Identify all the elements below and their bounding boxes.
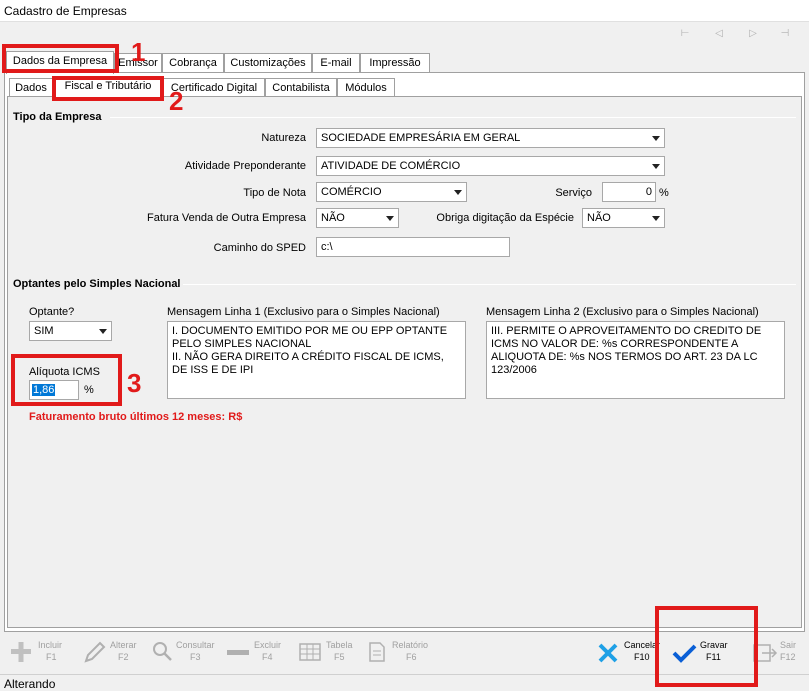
tab-dados[interactable]: Dados <box>9 78 53 98</box>
plus-icon <box>11 642 31 662</box>
chevron-down-icon[interactable] <box>381 209 398 227</box>
aliquota-value: 1,86 <box>32 384 56 396</box>
msg2-textarea[interactable]: III. PERMITE O APROVEITAMENTO DO CREDITO… <box>486 321 785 399</box>
group-divider <box>110 117 796 118</box>
tabela-button[interactable]: Tabela F5 <box>298 634 356 674</box>
next-record-icon[interactable]: ▷ <box>746 28 760 40</box>
aliquota-label: Alíquota ICMS <box>29 366 100 378</box>
tab-fiscal-tributario[interactable]: Fiscal e Tributário <box>53 76 163 99</box>
chevron-down-icon[interactable] <box>94 322 111 340</box>
servico-unit: % <box>659 187 669 199</box>
msg1-label: Mensagem Linha 1 (Exclusivo para o Simpl… <box>167 306 440 318</box>
obriga-select[interactable]: NÃO <box>582 208 665 228</box>
minus-icon <box>227 650 249 655</box>
title-bar: Cadastro de Empresas <box>0 0 809 22</box>
fatura-label: Fatura Venda de Outra Empresa <box>147 212 306 224</box>
obriga-value: NÃO <box>587 212 611 224</box>
last-record-icon[interactable]: ⊣ <box>778 28 792 40</box>
pencil-icon <box>84 641 106 663</box>
incluir-button[interactable]: Incluir F1 <box>8 634 68 674</box>
obriga-label: Obriga digitação da Espécie <box>436 212 574 224</box>
table-icon <box>299 643 321 661</box>
chevron-down-icon[interactable] <box>647 129 664 147</box>
servico-input[interactable]: 0 <box>602 182 656 202</box>
atividade-value: ATIVIDADE DE COMÉRCIO <box>321 160 461 172</box>
simples-title: Optantes pelo Simples Nacional <box>13 278 181 290</box>
chevron-down-icon[interactable] <box>449 183 466 201</box>
consultar-button[interactable]: Consultar F3 <box>150 634 216 674</box>
aliquota-input[interactable]: 1,86 <box>29 380 79 400</box>
fatura-select[interactable]: NÃO <box>316 208 399 228</box>
checkmark-icon <box>672 644 697 663</box>
tipo-nota-label: Tipo de Nota <box>243 187 306 199</box>
sair-button[interactable]: Sair F12 <box>752 634 804 674</box>
first-record-icon[interactable]: ⊢ <box>678 28 692 40</box>
natureza-select[interactable]: SOCIEDADE EMPRESÁRIA EM GERAL <box>316 128 665 148</box>
tab-dados-da-empresa[interactable]: Dados da Empresa <box>6 51 114 74</box>
tab-impressao[interactable]: Impressão <box>360 53 430 73</box>
exit-icon <box>753 644 778 662</box>
tab-cobranca[interactable]: Cobrança <box>162 53 224 73</box>
record-navigator: ⊢ ◁ ▷ ⊣ <box>0 22 809 46</box>
gravar-button[interactable]: Gravar F11 <box>672 634 738 674</box>
cancelar-button[interactable]: Cancelar F10 <box>596 634 662 674</box>
annotation-number-3: 3 <box>127 368 142 398</box>
annotation-number-1: 1 <box>131 37 146 67</box>
caminho-sped-input[interactable]: c:\ <box>316 237 510 257</box>
main-tabs: Dados da Empresa Emissor Cobrança Custom… <box>4 51 805 74</box>
group-divider <box>183 284 796 285</box>
prev-record-icon[interactable]: ◁ <box>712 28 726 40</box>
tab-modulos[interactable]: Módulos <box>337 78 395 98</box>
status-bar: Alterando <box>0 674 809 691</box>
relatorio-button[interactable]: Relatório F6 <box>366 634 432 674</box>
status-text: Alterando <box>4 677 56 691</box>
optante-select[interactable]: SIM <box>29 321 112 341</box>
tab-email[interactable]: E-mail <box>312 53 360 73</box>
servico-label: Serviço <box>555 187 592 199</box>
fatura-value: NÃO <box>321 212 345 224</box>
chevron-down-icon[interactable] <box>647 157 664 175</box>
close-icon <box>598 643 618 663</box>
optante-value: SIM <box>34 325 54 337</box>
msg1-textarea[interactable]: I. DOCUMENTO EMITIDO POR ME OU EPP OPTAN… <box>167 321 466 399</box>
tipo-empresa-title: Tipo da Empresa <box>13 111 102 123</box>
faturamento-text: Faturamento bruto últimos 12 meses: R$ <box>29 411 243 423</box>
window-title: Cadastro de Empresas <box>4 4 127 18</box>
report-icon <box>369 642 385 662</box>
search-icon <box>153 642 172 661</box>
annotation-number-2: 2 <box>169 86 184 116</box>
alterar-button[interactable]: Alterar F2 <box>82 634 142 674</box>
chevron-down-icon[interactable] <box>647 209 664 227</box>
optante-label: Optante? <box>29 306 75 318</box>
tipo-nota-select[interactable]: COMÉRCIO <box>316 182 467 202</box>
tipo-nota-value: COMÉRCIO <box>321 186 382 198</box>
sub-tabs: Dados Fiscal e Tributário Certificado Di… <box>7 76 802 99</box>
aliquota-unit: % <box>84 384 94 396</box>
caminho-label: Caminho do SPED <box>213 242 306 254</box>
tab-customizacoes[interactable]: Customizações <box>224 53 312 73</box>
natureza-label: Natureza <box>261 132 306 144</box>
atividade-select[interactable]: ATIVIDADE DE COMÉRCIO <box>316 156 665 176</box>
excluir-button[interactable]: Excluir F4 <box>226 634 284 674</box>
atividade-label: Atividade Preponderante <box>184 160 306 172</box>
msg2-label: Mensagem Linha 2 (Exclusivo para o Simpl… <box>486 306 759 318</box>
natureza-value: SOCIEDADE EMPRESÁRIA EM GERAL <box>321 132 521 144</box>
tab-contabilista[interactable]: Contabilista <box>265 78 337 98</box>
action-toolbar: Incluir F1 Alterar F2 Consultar F3 Exclu… <box>0 634 809 674</box>
